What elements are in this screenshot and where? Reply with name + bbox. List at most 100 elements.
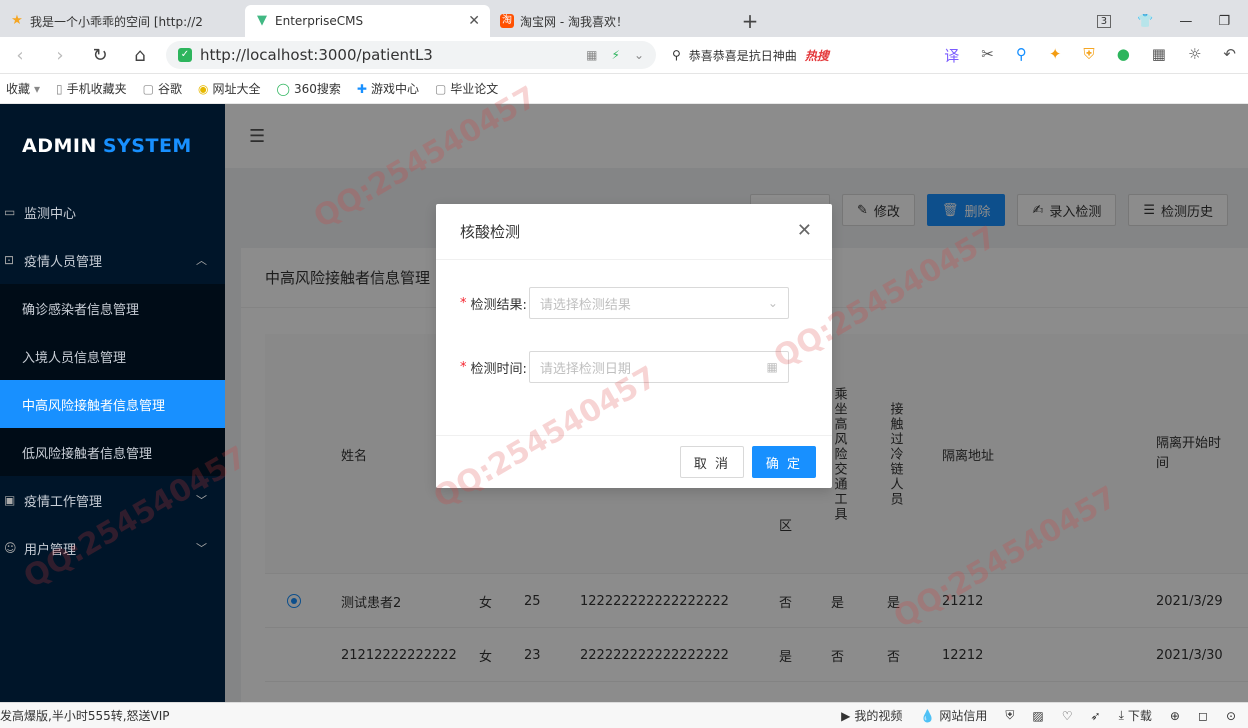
page-icon: ▢ [142,81,155,96]
restore-icon[interactable]: ❐ [1218,14,1230,29]
result-form-item: * 检测结果: 请选择检测结果 ⌄ [460,287,789,319]
heart-icon[interactable]: ♡ [1062,709,1073,723]
bookmark-item[interactable]: ▢ 毕业论文 [435,80,498,97]
status-ad-text[interactable]: 发高爆版,半小时555转,怒送VIP [0,707,170,724]
modal-header: 核酸检测 ✕ [436,204,832,260]
sidebar: ADMIN SYSTEM ▭ 监测中心 ⊡ 疫情人员管理 ︿ 确诊感染者信息管理 … [0,104,225,702]
download-item[interactable]: ⤓ 下载 [1119,707,1152,724]
shield-extension-icon[interactable]: ⛨ [1083,45,1094,66]
shield-status-icon[interactable]: ⛨ [1005,708,1014,723]
search-text: 恭喜恭喜是抗日神曲 [688,48,797,63]
sidebar-item-confirmed[interactable]: 确诊感染者信息管理 [0,284,225,332]
required-mark: * [460,295,467,311]
bookmark-item[interactable]: ▢ 谷歌 [143,80,182,97]
browser-tab-3[interactable]: 淘 淘宝网 - 淘我喜欢！ [490,5,735,37]
home-icon[interactable]: ⌂ [120,45,160,66]
ok-button[interactable]: 确 定 [752,446,816,478]
magnifier-icon[interactable]: ⚲ [1016,45,1027,66]
window-icon[interactable]: ◻ [1198,709,1208,723]
chevron-down-icon: ﹀ [196,542,207,555]
shield-icon: ✓ [178,48,192,62]
sidebar-item-epidemic-persons[interactable]: ⊡ 疫情人员管理 ︿ [0,236,225,284]
gamepad-icon: ✚ [356,81,367,96]
gamepad-icon[interactable]: ⊕ [1170,709,1180,723]
bookmark-item[interactable]: ◉ 网址大全 [198,80,261,97]
hot-search-badge: 热搜 [804,48,829,63]
browser-tab-1[interactable]: ★ 我是一个小乖乖的空间 [http://2 [0,5,245,37]
browser-tabbar: ★ 我是一个小乖乖的空间 [http://2 ▼ EnterpriseCMS ✕… [0,0,1248,37]
nucleic-test-modal: 核酸检测 ✕ * 检测结果: 请选择检测结果 ⌄ * 检测时间: 请选择检测日期… [436,204,832,488]
result-label: 检测结果: [470,297,527,313]
close-icon[interactable]: ✕ [468,13,480,29]
brand-logo: ADMIN SYSTEM [22,135,192,157]
my-video-item[interactable]: ▶ 我的视频 [841,707,902,724]
result-placeholder: 请选择检测结果 [539,297,631,313]
user-icon: ☺ [4,541,17,555]
required-mark: * [460,359,467,375]
bookmark-item[interactable]: 收藏 ▾ [6,80,40,97]
chevron-down-icon: ⌄ [767,296,778,310]
result-select[interactable]: 请选择检测结果 ⌄ [528,287,789,319]
tab-count[interactable]: 3 [1096,14,1112,28]
grid-icon[interactable]: ▦ [586,48,597,62]
url-input[interactable]: ✓ http://localhost:3000/patientL3 ▦ ⚡ ⌄ [166,41,656,69]
green-circle-icon[interactable]: ● [1117,45,1130,66]
tab-title: 我是一个小乖乖的空间 [http://2 [30,14,203,29]
bookmarks-bar: 收藏 ▾ ▯ 手机收藏夹 ▢ 谷歌 ◉ 网址大全 ◯ 360搜索 ✚ 游戏中心 ▢ 毕业论文 [0,74,1248,104]
monitor-icon: ▭ [4,205,16,219]
search-icon: ⚲ [672,48,681,62]
translate-icon[interactable]: 译 [944,45,959,66]
browser-tab-2[interactable]: ▼ EnterpriseCMS ✕ [245,5,490,37]
sidebar-item-low-risk[interactable]: 低风险接触者信息管理 [0,428,225,476]
reload-icon[interactable]: ↻ [80,45,120,66]
chevron-down-icon: ▾ [34,81,41,96]
sun-icon[interactable]: ☼ [1188,45,1201,66]
image-icon[interactable]: ▨ [1032,709,1043,723]
close-icon[interactable]: ✕ [797,220,812,241]
star-icon: ★ [11,13,23,28]
scissors-icon[interactable]: ✂ [981,45,994,66]
bookmark-item[interactable]: ✚ 游戏中心 [357,80,419,97]
user-box-icon: ⊡ [4,253,15,267]
rocket-icon[interactable]: ➶ [1091,709,1101,723]
calendar-icon: ▦ [766,360,778,374]
game-icon[interactable]: ✦ [1049,45,1062,66]
back-icon[interactable]: ‹ [0,45,40,66]
download-icon: ⤓ [1118,708,1124,722]
sidebar-item-inbound[interactable]: 入境人员信息管理 [0,332,225,380]
bolt-icon[interactable]: ⚡ [612,48,620,62]
undo-icon[interactable]: ↶ [1223,45,1236,66]
tab-title: 淘宝网 - 淘我喜欢！ [520,14,628,29]
browser-statusbar: 发高爆版,半小时555转,怒送VIP ▶ 我的视频 💧 网站信用 ⛨ ▨ ♡ ➶ ⤓… [0,702,1248,728]
cancel-button[interactable]: 取 消 [680,446,744,478]
chevron-down-icon: ﹀ [196,494,207,507]
sidebar-item-high-risk[interactable]: 中高风险接触者信息管理 [0,380,225,428]
video-icon: ▶ [841,708,851,723]
apps-icon[interactable]: ▦ [1152,45,1166,66]
modal-title: 核酸检测 [460,223,521,241]
bookmark-item[interactable]: ◯ 360搜索 [277,80,341,97]
zoom-icon[interactable]: ⊙ [1226,709,1236,723]
date-placeholder: 请选择检测日期 [539,361,631,377]
forward-icon[interactable]: › [40,45,80,66]
tab-title: EnterpriseCMS [275,14,364,28]
time-label: 检测时间: [470,361,527,377]
chevron-down-icon[interactable]: ⌄ [634,48,644,62]
sidebar-item-monitor[interactable]: ▭ 监测中心 [0,188,225,236]
modal-footer: 取 消 确 定 [436,435,832,488]
browser-search[interactable]: ⚲ 恭喜恭喜是抗日神曲 热搜 [672,41,882,69]
grid-icon: ▣ [4,493,16,507]
globe-icon: ◉ [198,81,209,96]
site-credit-item[interactable]: 💧 网站信用 [920,707,987,724]
ring-icon: ◯ [276,81,290,96]
sidebar-item-users[interactable]: ☺ 用户管理 ﹀ [0,524,225,572]
page-icon: ▢ [434,81,447,96]
new-tab-button[interactable]: + [735,5,765,37]
date-picker[interactable]: 请选择检测日期 ▦ [528,351,789,383]
sidebar-item-epidemic-work[interactable]: ▣ 疫情工作管理 ﹀ [0,476,225,524]
chevron-up-icon: ︿ [196,254,207,267]
bookmark-item[interactable]: ▯ 手机收藏夹 [56,80,127,97]
url-text: http://localhost:3000/patientL3 [200,46,433,64]
minimize-icon[interactable]: — [1179,14,1192,29]
shirt-icon[interactable]: 👕 [1137,14,1153,29]
